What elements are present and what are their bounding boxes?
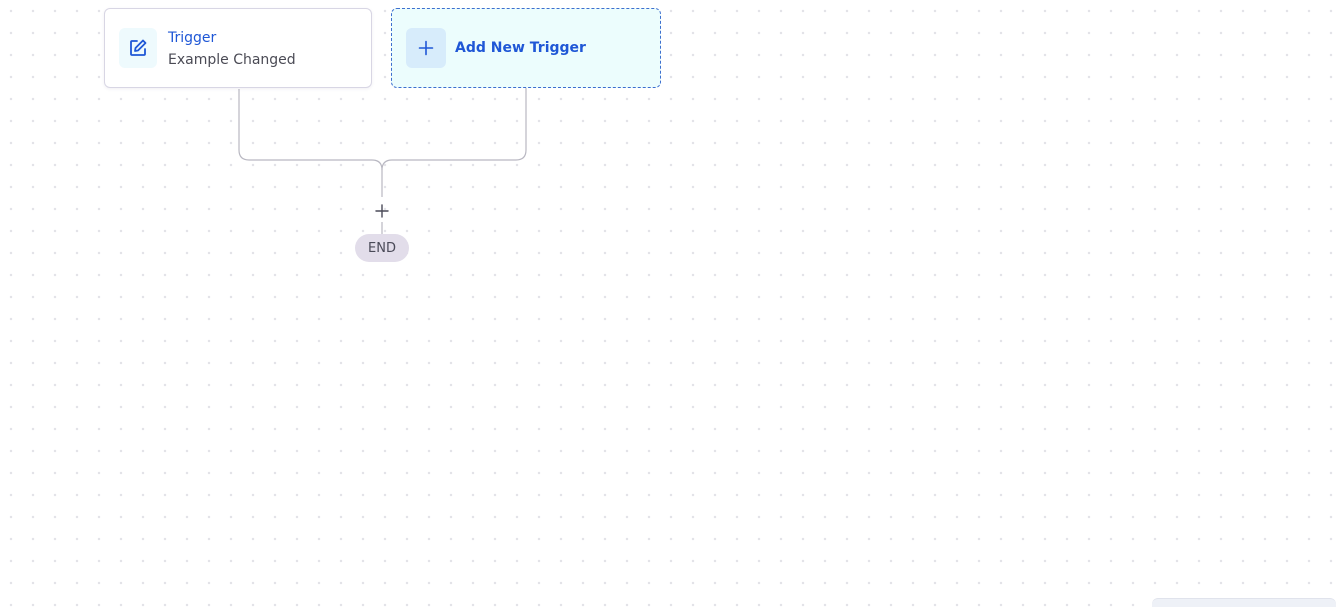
connector-trigger <box>238 89 383 197</box>
plus-icon <box>375 204 389 218</box>
plus-icon <box>406 28 446 68</box>
workflow-canvas[interactable]: Trigger Example Changed Add New Trigger … <box>0 0 1336 607</box>
flow-connectors <box>238 88 527 234</box>
add-step-button[interactable] <box>372 201 392 221</box>
connector-add-trigger <box>381 88 527 171</box>
add-new-trigger-label: Add New Trigger <box>455 40 586 56</box>
add-new-trigger-button[interactable]: Add New Trigger <box>391 8 661 88</box>
trigger-subtitle: Example Changed <box>168 52 296 68</box>
trigger-card[interactable]: Trigger Example Changed <box>104 8 372 88</box>
trigger-title: Trigger <box>168 30 217 46</box>
bottom-panel-edge <box>1152 598 1336 607</box>
edit-icon <box>119 28 157 68</box>
end-node: END <box>355 234 409 262</box>
